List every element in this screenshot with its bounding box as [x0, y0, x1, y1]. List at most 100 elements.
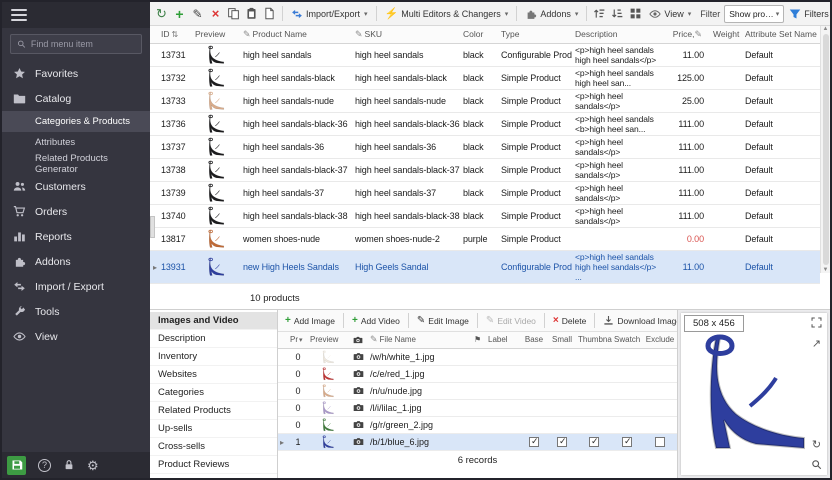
filters-menu-button[interactable]: Filters ▾ — [785, 5, 830, 23]
cell-camera[interactable] — [348, 348, 368, 365]
product-row[interactable]: ▸ 13733 high heel sandals-nude high heel… — [150, 89, 820, 112]
cell-sku[interactable]: high heel sandals-nude — [352, 89, 460, 112]
image-row[interactable]: ▸ 0 /l/i/lilac_1.jpg — [278, 399, 678, 416]
sidebar-item-reports[interactable]: Reports — [2, 224, 150, 249]
cell-price[interactable]: 111.00 — [668, 112, 710, 135]
cell-camera[interactable] — [348, 365, 368, 382]
detail-tab[interactable]: Description — [150, 330, 277, 348]
scrollbar-thumb[interactable] — [823, 34, 829, 265]
cell-price[interactable]: 11.00 — [668, 43, 710, 66]
refresh-preview-button[interactable]: ↻ — [809, 437, 824, 452]
checkbox-thumbnail[interactable] — [589, 437, 599, 447]
preview-photo[interactable] — [681, 313, 827, 475]
edit-video-button[interactable]: ✎Edit Video — [483, 312, 539, 329]
add-product-button[interactable]: + — [171, 5, 188, 23]
detail-tab[interactable]: Cross-sells — [150, 438, 277, 456]
help-button[interactable]: ? — [38, 459, 51, 472]
product-row[interactable]: ▸ 13931 new High Heels Sandals High Geel… — [150, 250, 820, 283]
sidebar-item-related-products-generator[interactable]: Related Products Generator — [2, 153, 150, 174]
product-row[interactable]: ▸ 13738 high heel sandals-black-37 high … — [150, 158, 820, 181]
addons-menu-button[interactable]: Addons ▾ — [521, 5, 582, 23]
col-type[interactable]: Type — [498, 26, 572, 43]
cell-file-name[interactable]: /w/h/white_1.jpg — [368, 348, 472, 365]
cell-sku[interactable]: high heel sandals-black-36 — [352, 112, 460, 135]
cell-camera[interactable] — [348, 382, 368, 399]
cell-file-name[interactable]: /l/i/lilac_1.jpg — [368, 399, 472, 416]
sidebar-item-attributes[interactable]: Attributes — [2, 132, 150, 153]
sort-desc-button[interactable] — [609, 5, 626, 23]
sidebar-search-box[interactable] — [10, 34, 142, 54]
sidebar-item-import-export[interactable]: Import / Export — [2, 274, 150, 299]
checkbox-base[interactable] — [529, 437, 539, 447]
import-export-menu-button[interactable]: Import/Export ▾ — [287, 5, 372, 23]
image-row[interactable]: ▸ 0 /g/r/green_2.jpg — [278, 416, 678, 433]
cell-price[interactable]: 0.00 — [668, 227, 710, 250]
col-label[interactable]: Label — [486, 332, 520, 348]
col-thumbnail[interactable]: Thumbna — [576, 332, 612, 348]
sidebar-item-favorites[interactable]: Favorites — [2, 61, 150, 86]
cell-product-name[interactable]: high heel sandals-36 — [240, 135, 352, 158]
product-row[interactable]: ▸ 13737 high heel sandals-36 high heel s… — [150, 135, 820, 158]
cell-price[interactable]: 11.00 — [668, 250, 710, 283]
cell-label[interactable] — [486, 416, 520, 433]
image-row[interactable]: ▸ 0 /w/h/white_1.jpg — [278, 348, 678, 365]
image-row[interactable]: ▸ 1 /b/1/blue_6.jpg — [278, 433, 678, 450]
copy-button[interactable] — [225, 5, 242, 23]
duplicate-button[interactable] — [261, 5, 278, 23]
image-row[interactable]: ▸ 0 /c/e/red_1.jpg — [278, 365, 678, 382]
detail-tab[interactable]: Up-sells — [150, 420, 277, 438]
cell-product-name[interactable]: high heel sandals-nude — [240, 89, 352, 112]
col-product-name[interactable]: ✎Product Name — [240, 26, 352, 43]
col-small[interactable]: Small — [548, 332, 576, 348]
cell-label[interactable] — [486, 382, 520, 399]
view-menu-button[interactable]: View ▾ — [645, 5, 695, 23]
cell-camera[interactable] — [348, 433, 368, 450]
cell-label[interactable] — [486, 365, 520, 382]
detail-tab[interactable]: Related Products — [150, 402, 277, 420]
panel-splitter-handle[interactable] — [150, 216, 155, 238]
sidebar-item-catalog[interactable]: Catalog — [2, 86, 150, 111]
detail-tab[interactable]: Product Reviews — [150, 456, 277, 474]
col-color[interactable]: Color — [460, 26, 498, 43]
image-row[interactable]: ▸ 0 /n/u/nude.jpg — [278, 382, 678, 399]
cell-sku[interactable]: high heel sandals-37 — [352, 181, 460, 204]
cell-sku[interactable]: high heel sandals — [352, 43, 460, 66]
product-row[interactable]: ▸ 13732 high heel sandals-black high hee… — [150, 66, 820, 89]
col-price[interactable]: Price,✎ — [668, 26, 710, 43]
col-base[interactable]: Base — [520, 332, 548, 348]
col-image-preview[interactable]: Preview — [308, 332, 348, 348]
open-external-button[interactable]: ↗ — [809, 336, 824, 351]
cell-camera[interactable] — [348, 399, 368, 416]
detail-tab[interactable]: Inventory — [150, 348, 277, 366]
paste-button[interactable] — [243, 5, 260, 23]
cell-sku[interactable]: high heel sandals-black-38 — [352, 204, 460, 227]
col-flag[interactable]: ⚑ — [472, 332, 486, 348]
col-swatch[interactable]: Swatch — [612, 332, 642, 348]
detail-tab[interactable]: Websites — [150, 366, 277, 384]
scroll-down-icon[interactable]: ▼ — [823, 267, 829, 273]
col-preview[interactable]: Preview — [192, 26, 240, 43]
delete-product-button[interactable]: × — [207, 5, 224, 23]
sidebar-item-view[interactable]: View — [2, 324, 150, 349]
download-image-button[interactable]: Download Image — [600, 312, 677, 329]
category-filter-select[interactable]: Show products from selected categories ▾ — [724, 5, 784, 23]
col-exclude[interactable]: Exclude — [642, 332, 678, 348]
add-video-button[interactable]: +Add Video — [349, 312, 403, 329]
cell-file-name[interactable]: /n/u/nude.jpg — [368, 382, 472, 399]
scroll-up-icon[interactable]: ▲ — [823, 26, 829, 32]
product-row[interactable]: ▸ 13739 high heel sandals-37 high heel s… — [150, 181, 820, 204]
cell-product-name[interactable]: women shoes-nude — [240, 227, 352, 250]
menu-icon[interactable] — [11, 6, 27, 24]
edit-product-button[interactable]: ✎ — [189, 5, 206, 23]
col-description[interactable]: Description — [572, 26, 668, 43]
checkbox-swatch[interactable] — [622, 437, 632, 447]
sidebar-item-orders[interactable]: Orders — [2, 199, 150, 224]
product-row[interactable]: ▸ 13817 women shoes-nude women shoes-nud… — [150, 227, 820, 250]
cell-price[interactable]: 111.00 — [668, 135, 710, 158]
cell-label[interactable] — [486, 348, 520, 365]
col-sku[interactable]: ✎SKU — [352, 26, 460, 43]
grid-vertical-scrollbar[interactable]: ▲ ▼ — [820, 26, 830, 273]
lock-button[interactable] — [63, 459, 75, 471]
edit-image-button[interactable]: ✎Edit Image — [414, 312, 472, 329]
cell-camera[interactable] — [348, 416, 368, 433]
